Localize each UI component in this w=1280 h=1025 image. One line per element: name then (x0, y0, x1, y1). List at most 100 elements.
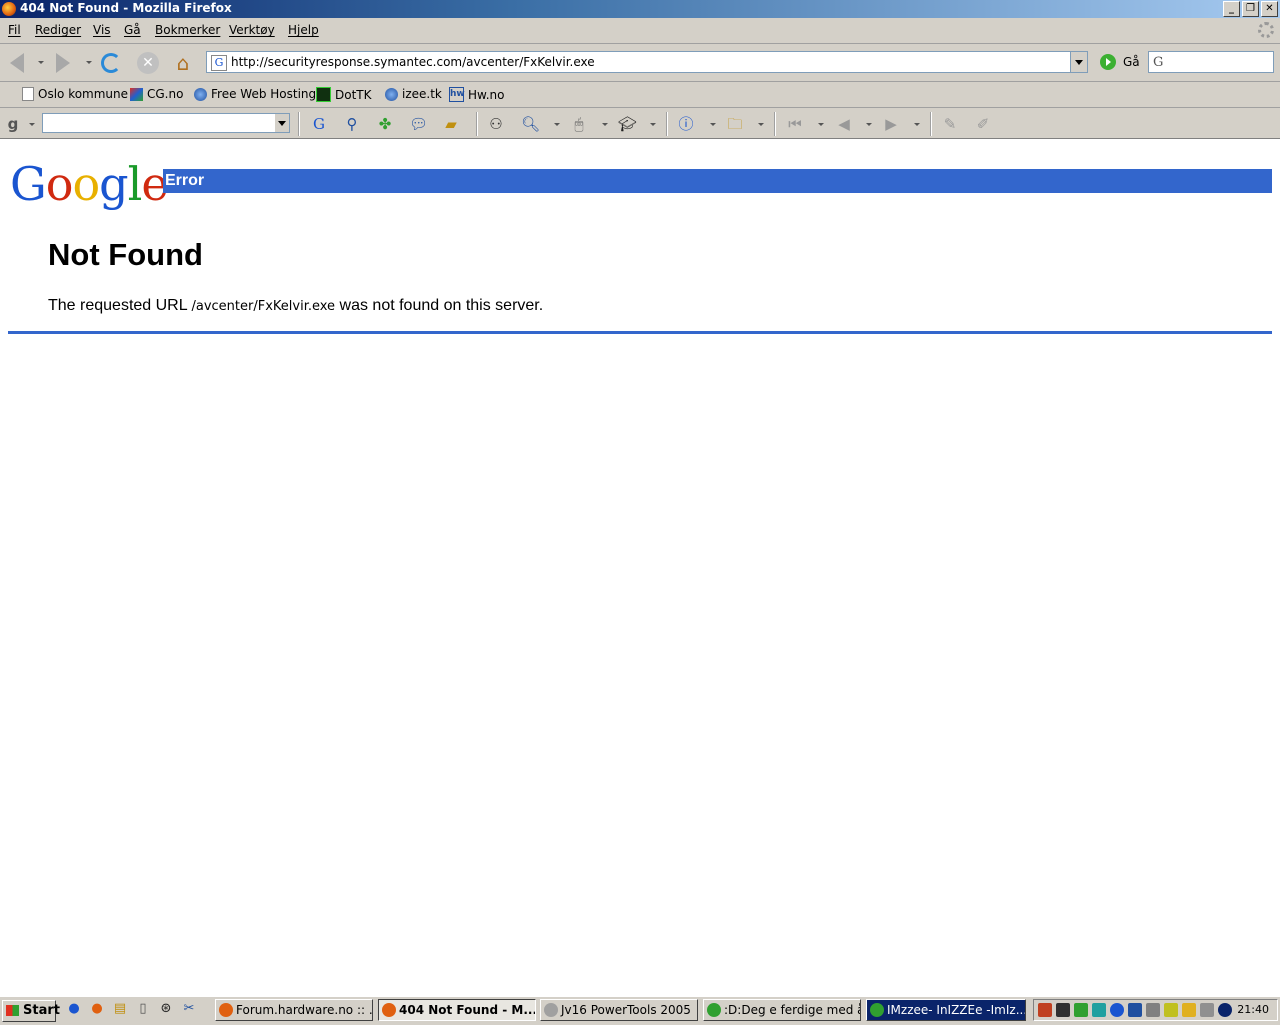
bookmark-hw-no[interactable]: hw Hw.no (449, 87, 505, 102)
quicklaunch-app-icon[interactable]: ⊛ (158, 1001, 174, 1017)
messenger-tray-icon[interactable] (1074, 1003, 1088, 1017)
mouse-icon[interactable]: 🖱︎ (570, 115, 588, 133)
previous-dropdown[interactable] (866, 123, 872, 126)
menu-edit[interactable]: Rediger (35, 23, 81, 37)
stop-button[interactable]: ✕ (134, 50, 160, 76)
next-icon[interactable]: ▶︎ (882, 115, 900, 133)
start-button[interactable]: Start (2, 1000, 60, 1022)
toolbar-separator (930, 112, 932, 136)
go-icon[interactable] (1100, 54, 1116, 70)
bookmark-label: Hw.no (468, 87, 505, 102)
clover-icon[interactable]: ✤ (376, 115, 394, 133)
task-jv16-powertools[interactable]: Jv16 PowerTools 2005 (540, 999, 698, 1021)
url-text[interactable]: http://securityresponse.symantec.com/avc… (231, 55, 595, 69)
quicklaunch-scissors-icon[interactable]: ✂ (181, 1001, 197, 1017)
go-button[interactable]: Gå (1123, 55, 1140, 69)
task-forum-hardware[interactable]: Forum.hardware.no :: ... (215, 999, 373, 1021)
network-icon[interactable] (1092, 1003, 1106, 1017)
back-history-dropdown[interactable] (38, 61, 44, 64)
throbber-icon (1258, 22, 1274, 38)
google-menu-icon[interactable]: g (4, 115, 22, 133)
task-chat[interactable]: :D:Deg e ferdige med å... (703, 999, 861, 1021)
google-search-icon[interactable]: G (310, 115, 328, 133)
clock[interactable]: 21:40 (1237, 1003, 1269, 1016)
search-engine-icon[interactable]: G (1153, 55, 1163, 70)
task-label: Forum.hardware.no :: ... (236, 1003, 373, 1017)
zoom-dropdown[interactable] (554, 123, 560, 126)
close-button[interactable]: ✕ (1261, 1, 1278, 17)
chat-icon (707, 1003, 721, 1017)
bookmark-free-web-hosting[interactable]: Free Web Hosting (194, 87, 316, 101)
logo-letter: g (99, 157, 128, 211)
menu-tools[interactable]: Verktøy (229, 23, 275, 37)
first-page-icon[interactable]: ⏮︎ (786, 115, 804, 133)
gear-icon[interactable] (1200, 1003, 1214, 1017)
info-icon[interactable]: ⓘ (677, 115, 695, 133)
google-search-input[interactable] (42, 113, 290, 133)
forward-button[interactable] (50, 50, 76, 76)
bookmark-cg-no[interactable]: CG.no (130, 87, 183, 101)
home-button[interactable]: ⌂ (170, 50, 196, 76)
folder-dropdown[interactable] (758, 123, 764, 126)
app-tray-icon[interactable] (1218, 1003, 1232, 1017)
previous-icon[interactable]: ◀︎ (835, 115, 853, 133)
mouse-dropdown[interactable] (602, 123, 608, 126)
restore-button[interactable]: ❐ (1242, 1, 1259, 17)
menu-view[interactable]: Vis (93, 23, 111, 37)
display-icon[interactable] (1164, 1003, 1178, 1017)
messenger-icon (870, 1003, 884, 1017)
back-button[interactable] (4, 50, 30, 76)
task-label: 404 Not Found - M... (399, 1003, 536, 1017)
next-dropdown[interactable] (914, 123, 920, 126)
minimize-button[interactable]: _ (1223, 1, 1240, 17)
quicklaunch-ie-icon[interactable]: ● (66, 1001, 82, 1017)
url-history-dropdown[interactable] (1070, 52, 1087, 72)
forward-history-dropdown[interactable] (86, 61, 92, 64)
google-logo[interactable]: Google (10, 157, 169, 211)
speaker-icon[interactable] (1146, 1003, 1160, 1017)
reload-icon (101, 53, 121, 73)
menu-bookmarks[interactable]: Bokmerker (155, 23, 220, 37)
shield-icon[interactable] (1128, 1003, 1142, 1017)
page-content: Google Error Not Found The requested URL… (0, 139, 1280, 996)
globe-icon (194, 87, 207, 101)
menu-help[interactable]: Hjelp (288, 23, 319, 37)
info-tray-icon[interactable] (1110, 1003, 1124, 1017)
bookmark-oslo-kommune[interactable]: Oslo kommune (22, 87, 128, 101)
search-site-icon[interactable]: ⚲ (343, 115, 361, 133)
binoculars-icon[interactable]: ⚇ (487, 115, 505, 133)
google-search-dropdown[interactable] (275, 114, 289, 132)
cap-dropdown[interactable] (650, 123, 656, 126)
task-404-not-found[interactable]: 404 Not Found - M... (378, 999, 536, 1021)
graduation-cap-icon[interactable]: 🎓︎ (618, 115, 637, 133)
menu-go[interactable]: Gå (124, 23, 141, 37)
bookmark-izee-tk[interactable]: izee.tk (385, 87, 442, 101)
pencil-icon[interactable]: ✐ (974, 115, 992, 133)
bookmarks-toolbar: Oslo kommune CG.no Free Web Hosting DotT… (0, 82, 1280, 108)
quicklaunch-firefox-icon[interactable]: ● (89, 1001, 105, 1017)
pencil-tray-icon[interactable] (1182, 1003, 1196, 1017)
folder-icon[interactable]: 🗀︎ (726, 115, 744, 133)
quicklaunch-document-icon[interactable]: ▯ (135, 1001, 151, 1017)
menu-bar: Fil Rediger Vis Gå Bokmerker Verktøy Hje… (0, 19, 1280, 44)
message-suffix: was not found on this server. (339, 297, 544, 314)
info-dropdown[interactable] (710, 123, 716, 126)
menu-file[interactable]: Fil (8, 23, 21, 37)
java-icon[interactable] (1038, 1003, 1052, 1017)
task-messenger[interactable]: IMzzee- InIZZEe -ImIz... (866, 999, 1026, 1021)
url-bar[interactable]: G http://securityresponse.symantec.com/a… (206, 51, 1088, 73)
first-dropdown[interactable] (818, 123, 824, 126)
window-title-bar[interactable]: 404 Not Found - Mozilla Firefox _ ❐ ✕ (0, 0, 1280, 18)
reload-button[interactable] (97, 50, 123, 76)
logo-letter: o (72, 157, 100, 211)
book-icon[interactable]: ▰ (442, 115, 460, 133)
zoom-icon[interactable]: 🔍︎ (521, 115, 540, 133)
search-input[interactable]: G (1148, 51, 1274, 73)
bookmark-dottk[interactable]: DotTK (316, 87, 372, 102)
back-arrow-icon (10, 53, 24, 73)
steam-icon[interactable] (1056, 1003, 1070, 1017)
speech-bubble-icon[interactable]: 💬︎ (409, 115, 428, 133)
google-menu-dropdown[interactable] (29, 123, 35, 126)
highlight-icon[interactable]: ✎ (941, 115, 959, 133)
quicklaunch-folder-icon[interactable]: ▤ (112, 1001, 128, 1017)
